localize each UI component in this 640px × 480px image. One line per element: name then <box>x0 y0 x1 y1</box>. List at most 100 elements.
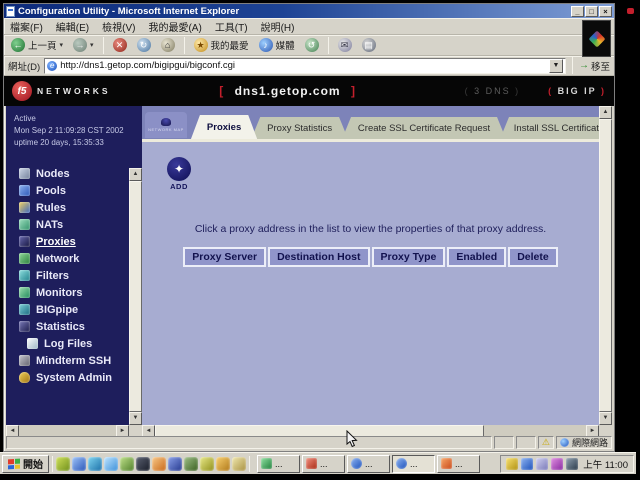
tray-icon[interactable] <box>506 458 518 470</box>
sidebar-item-log-files[interactable]: Log Files <box>6 335 142 352</box>
sidebar-item-system-admin[interactable]: System Admin <box>6 369 142 386</box>
instruction-text: Click a proxy address in the list to vie… <box>142 223 599 235</box>
task-button[interactable]: ... <box>347 455 390 473</box>
add-proxy-control[interactable]: ✦ ADD <box>164 157 194 191</box>
menu-view[interactable]: 檢視(V) <box>102 19 135 34</box>
home-button[interactable]: ⌂ <box>158 37 178 53</box>
quick-launch-icon[interactable] <box>216 457 230 471</box>
quick-launch-icon[interactable] <box>120 457 134 471</box>
task-button[interactable]: ... <box>302 455 345 473</box>
menu-tools[interactable]: 工具(T) <box>215 19 248 34</box>
add-button[interactable]: ✦ <box>167 157 191 181</box>
address-input[interactable]: e http://dns1.getop.com/bigipgui/bigconf… <box>44 58 566 74</box>
close-button[interactable]: × <box>599 6 612 17</box>
sidebar-item-label: Monitors <box>36 287 82 299</box>
column-enabled[interactable]: Enabled <box>447 247 506 267</box>
tab-create-ssl-certificate-request[interactable]: Create SSL Certificate Request <box>342 117 506 139</box>
system-datetime: Mon Sep 2 11:09:28 CST 2002 <box>14 125 138 137</box>
quick-launch-icon[interactable] <box>168 457 182 471</box>
tab-proxies[interactable]: Proxies <box>191 115 257 139</box>
nav-bigip-link[interactable]: ( BIG IP ) <box>548 86 606 96</box>
mail-button[interactable]: ✉ <box>335 37 355 53</box>
tab-proxy-statistics[interactable]: Proxy Statistics <box>251 117 348 139</box>
back-caret-icon[interactable]: ▾ <box>60 41 64 49</box>
favorites-label: 我的最愛 <box>211 38 249 52</box>
sidebar-item-bigpipe[interactable]: BIGpipe <box>6 301 142 318</box>
tray-icon[interactable] <box>566 458 578 470</box>
bigip-bracket-left: ( <box>548 86 553 96</box>
scroll-down-arrow[interactable]: ▼ <box>129 412 142 425</box>
scroll-up-arrow[interactable]: ▲ <box>129 168 142 181</box>
scrollbar-thumb[interactable] <box>599 119 612 412</box>
print-button[interactable]: ▤ <box>359 37 379 53</box>
start-button[interactable]: 開始 <box>2 455 49 473</box>
sidebar-item-network[interactable]: Network <box>6 250 142 267</box>
sidebar-item-nodes[interactable]: Nodes <box>6 165 142 182</box>
quick-launch-icon[interactable] <box>136 457 150 471</box>
go-button[interactable]: → 移至 <box>579 59 610 73</box>
sidebar-item-nats[interactable]: NATs <box>6 216 142 233</box>
quick-launch-icon[interactable] <box>56 457 70 471</box>
security-zone-pane: 網際網路 <box>556 436 612 449</box>
tray-icon[interactable] <box>521 458 533 470</box>
sidebar-item-statistics[interactable]: Statistics <box>6 318 142 335</box>
quick-launch-icon[interactable] <box>232 457 246 471</box>
sidebar-item-monitors[interactable]: Monitors <box>6 284 142 301</box>
content-vertical-scrollbar[interactable]: ▲ ▼ <box>599 106 612 425</box>
minimize-button[interactable]: _ <box>571 6 584 17</box>
forward-caret-icon[interactable]: ▾ <box>90 41 94 49</box>
bigip-label: BIG IP <box>558 86 597 96</box>
tray-icon[interactable] <box>536 458 548 470</box>
quick-launch-icon[interactable] <box>104 457 118 471</box>
sidebar-item-proxies[interactable]: Proxies <box>6 233 142 250</box>
mindterm-ssh-icon <box>19 355 30 366</box>
menu-file[interactable]: 檔案(F) <box>10 19 43 34</box>
quick-launch-bar <box>56 457 246 471</box>
task-button-label: ... <box>275 459 283 469</box>
sidebar-item-mindterm-ssh[interactable]: Mindterm SSH <box>6 352 142 369</box>
sidebar-vertical-scrollbar[interactable]: ▲ ▼ <box>129 168 142 425</box>
media-label: 媒體 <box>276 38 295 52</box>
menu-edit[interactable]: 編輯(E) <box>56 19 89 34</box>
sidebar-item-pools[interactable]: Pools <box>6 182 142 199</box>
address-dropdown-button[interactable]: ▼ <box>549 59 563 73</box>
nav-3dns-link[interactable]: ( 3 DNS ) <box>465 86 521 96</box>
quick-launch-icon[interactable] <box>88 457 102 471</box>
media-button[interactable]: ♪ 媒體 <box>256 37 298 53</box>
column-proxy-type[interactable]: Proxy Type <box>372 247 446 267</box>
tray-icon[interactable] <box>551 458 563 470</box>
log-files-icon <box>27 338 38 349</box>
scroll-down-arrow[interactable]: ▼ <box>599 412 612 425</box>
stop-button[interactable]: ✕ <box>110 37 130 53</box>
scrollbar-thumb[interactable] <box>129 181 142 412</box>
column-delete[interactable]: Delete <box>508 247 558 267</box>
forward-button[interactable]: → ▾ <box>70 37 97 53</box>
windows-logo-icon <box>8 458 20 469</box>
column-proxy-server[interactable]: Proxy Server <box>183 247 266 267</box>
menu-help[interactable]: 說明(H) <box>261 19 295 34</box>
task-button[interactable]: ... <box>437 455 480 473</box>
quick-launch-icon[interactable] <box>184 457 198 471</box>
favorites-button[interactable]: ★ 我的最愛 <box>191 37 252 53</box>
scroll-up-arrow[interactable]: ▲ <box>599 106 612 119</box>
taskbar-clock[interactable]: 上午 11:00 <box>583 457 628 471</box>
3dns-label: 3 DNS <box>474 86 511 96</box>
task-button-active[interactable]: ... <box>392 455 435 473</box>
back-button[interactable]: ← 上一頁 ▾ <box>8 37 66 53</box>
menu-favorites[interactable]: 我的最愛(A) <box>148 19 201 34</box>
refresh-button[interactable]: ↻ <box>134 37 154 53</box>
maximize-button[interactable]: □ <box>585 6 598 17</box>
history-button[interactable]: ↺ <box>302 37 322 53</box>
quick-launch-icon[interactable] <box>152 457 166 471</box>
quick-launch-icon[interactable] <box>200 457 214 471</box>
sidebar-item-filters[interactable]: Filters <box>6 267 142 284</box>
quick-launch-icon[interactable] <box>72 457 86 471</box>
column-destination-host[interactable]: Destination Host <box>268 247 369 267</box>
nodes-icon <box>19 168 30 179</box>
task-button[interactable]: ... <box>257 455 300 473</box>
f5-networks-label: NETWORKS <box>37 86 111 96</box>
tab-install-ssl-certificate[interactable]: Install SSL Certificate <box>500 117 612 139</box>
sidebar-item-rules[interactable]: Rules <box>6 199 142 216</box>
network-map-tab[interactable]: NETWORK MAP <box>145 112 187 138</box>
system-admin-icon <box>19 372 30 383</box>
